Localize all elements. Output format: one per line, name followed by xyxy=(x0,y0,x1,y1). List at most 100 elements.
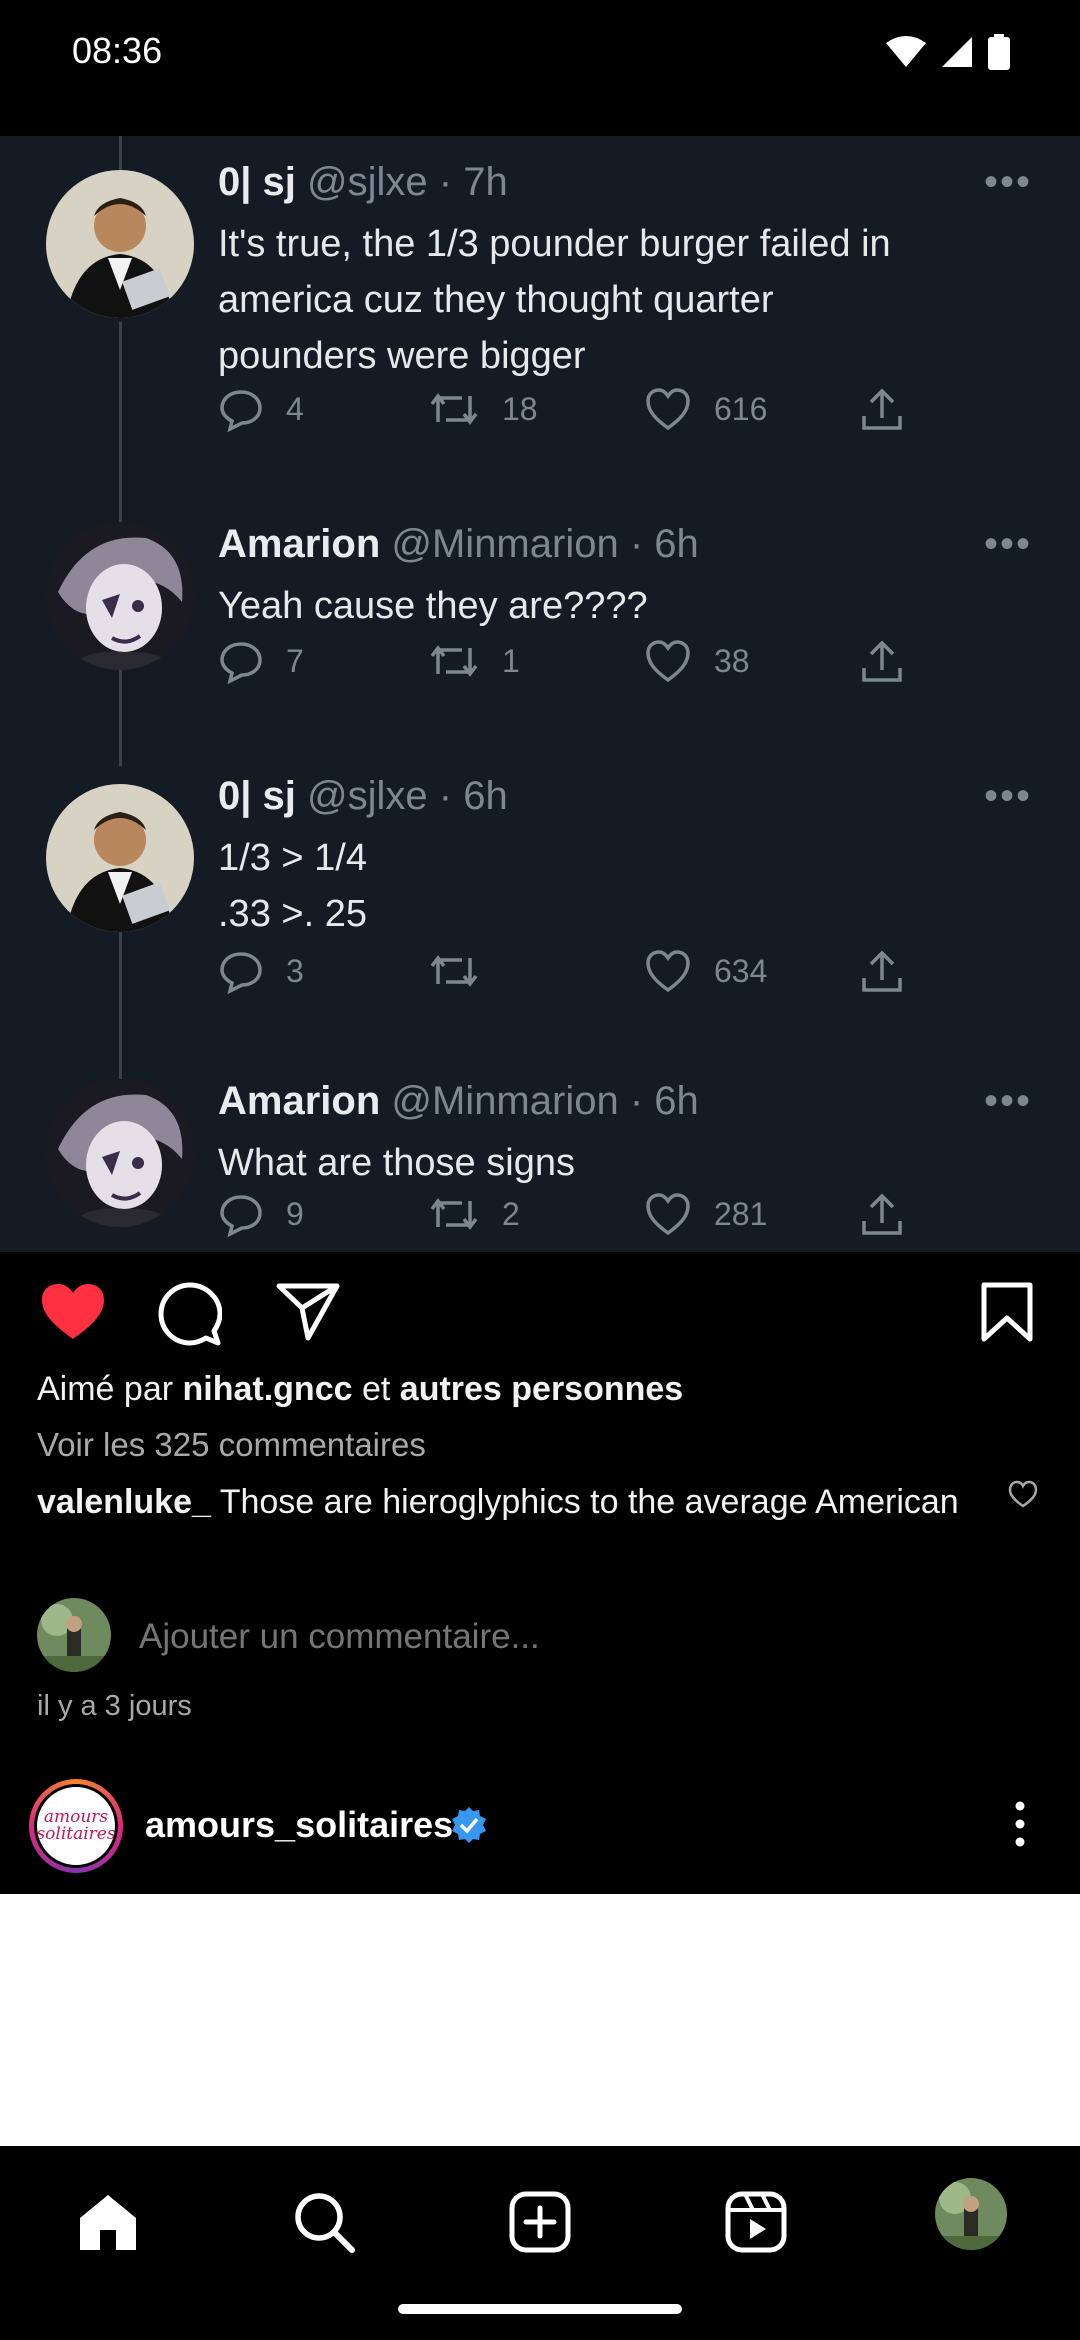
bookmark-icon xyxy=(981,1282,1033,1342)
profile-avatar xyxy=(935,2178,1007,2250)
tweet-more-icon: ••• xyxy=(983,522,1032,566)
tweet-text-line: 1/3 > 1/4 xyxy=(218,837,367,879)
next-post-image-loading xyxy=(0,1894,1080,2146)
tweet-share-stat xyxy=(858,948,906,996)
reply-count: 3 xyxy=(286,952,304,989)
nav-create[interactable] xyxy=(500,2182,580,2262)
post-timestamp: il y a 3 jours xyxy=(37,1690,192,1722)
more-vertical-icon xyxy=(1015,1801,1025,1847)
image-top-border xyxy=(0,108,1080,136)
wifi-icon xyxy=(886,36,926,67)
top-comment: valenluke_ Those are hieroglyphics to th… xyxy=(37,1478,997,1526)
tweet-author-name: Amarion xyxy=(218,1079,381,1123)
verified-badge-icon xyxy=(450,1806,488,1849)
reply-icon xyxy=(220,390,262,432)
tweet-like-stat: 281 xyxy=(644,1191,767,1237)
tweet-text-line: pounders were bigger xyxy=(218,335,586,377)
heart-outline-icon xyxy=(646,1193,690,1236)
tweet-header: Amarion @Minmarion · 6h xyxy=(218,1079,699,1124)
heart-outline-icon xyxy=(646,950,690,993)
upload-share-icon xyxy=(862,388,902,430)
tweet-header: 0| sj @sjlxe · 6h xyxy=(218,774,508,819)
reply-icon xyxy=(220,1195,262,1237)
battery-icon xyxy=(988,34,1010,70)
tweet-retweet-stat: 2 xyxy=(428,1191,520,1237)
search-icon xyxy=(295,2193,355,2253)
home-icon xyxy=(80,2195,136,2250)
retweet-icon xyxy=(430,393,478,425)
comment-text: Those are hieroglyphics to the average A… xyxy=(210,1483,959,1521)
liked-by-others[interactable]: autres personnes xyxy=(400,1370,683,1408)
liked-by-user[interactable]: nihat.gncc xyxy=(183,1370,353,1408)
nav-profile[interactable] xyxy=(935,2178,1007,2250)
reply-count: 7 xyxy=(286,642,304,679)
retweet-count: 1 xyxy=(502,642,520,679)
tweet-reply-stat: 4 xyxy=(218,386,304,432)
likes-summary[interactable]: Aimé par nihat.gncc et autres personnes xyxy=(37,1370,683,1409)
post-image[interactable]: 0| sj @sjlxe · 7h ••• It's true, the 1/3… xyxy=(0,108,1080,1252)
tweet-reply-stat: 7 xyxy=(218,638,304,684)
like-count: 281 xyxy=(714,1195,768,1232)
next-post-header: amours solitaires amours_solitaires xyxy=(0,1774,1080,1894)
comment-like-button[interactable] xyxy=(1008,1480,1038,1513)
nav-reels[interactable] xyxy=(716,2182,796,2262)
retweet-icon xyxy=(430,1198,478,1230)
tweet-author-name: Amarion xyxy=(218,522,381,566)
tweet-text-line: What are those signs xyxy=(218,1142,575,1184)
tweet-like-stat: 634 xyxy=(644,948,767,994)
tweet-actions: 9 2 281 xyxy=(218,1191,1018,1241)
heart-filled-icon xyxy=(42,1284,104,1339)
tweet-text: What are those signs xyxy=(218,1135,1018,1191)
tweet-text-line: It's true, the 1/3 pounder burger failed… xyxy=(218,223,891,265)
paper-plane-icon xyxy=(276,1283,340,1341)
post-action-row xyxy=(0,1252,1080,1372)
tweet-retweet-stat xyxy=(428,948,502,994)
tweet-more-icon: ••• xyxy=(983,160,1032,204)
tweet-reply-stat: 9 xyxy=(218,1191,304,1237)
tweet-text-line: Yeah cause they are???? xyxy=(218,585,648,627)
tweet-share-stat xyxy=(858,1191,906,1239)
tweet-text-line: america cuz they thought quarter xyxy=(218,279,774,321)
tweet-avatar xyxy=(46,784,194,932)
retweet-icon xyxy=(430,955,478,987)
tweet-text: Yeah cause they are???? xyxy=(218,578,1018,634)
home-indicator[interactable] xyxy=(398,2304,682,2314)
add-comment-input[interactable] xyxy=(137,1616,592,1658)
reply-icon xyxy=(220,952,262,994)
tweet-author-name: 0| sj xyxy=(218,774,296,818)
status-time: 08:36 xyxy=(72,30,163,71)
view-all-comments-link[interactable]: Voir les 325 commentaires xyxy=(37,1426,426,1464)
reply-count: 9 xyxy=(286,1195,304,1232)
story-ring[interactable]: amours solitaires xyxy=(29,1779,123,1873)
next-post-avatar-logo: amours solitaires xyxy=(36,1807,116,1844)
tweet-avatar xyxy=(46,522,194,670)
next-post-username[interactable]: amours_solitaires xyxy=(145,1804,453,1846)
tweet-handle: @sjlxe · 6h xyxy=(307,774,508,818)
save-button[interactable] xyxy=(980,1282,1034,1347)
likes-mid: et xyxy=(352,1370,400,1408)
tweet-like-stat: 38 xyxy=(644,638,750,684)
like-count: 634 xyxy=(714,952,768,989)
tweet-handle: @Minmarion · 6h xyxy=(391,522,699,566)
reels-icon xyxy=(725,2191,787,2253)
status-bar: 08:36 xyxy=(0,0,1080,108)
nav-search[interactable] xyxy=(284,2182,364,2262)
tweet-like-stat: 616 xyxy=(644,386,767,432)
tweet-more-icon: ••• xyxy=(983,1079,1032,1123)
like-count: 38 xyxy=(714,642,750,679)
tweet-avatar xyxy=(46,1079,194,1227)
more-options-button[interactable] xyxy=(1010,1800,1030,1853)
comment-bubble-icon xyxy=(158,1282,223,1346)
reply-count: 4 xyxy=(286,390,304,427)
tweet-actions: 7 1 38 xyxy=(218,638,1018,688)
tweet-header: Amarion @Minmarion · 6h xyxy=(218,522,699,567)
like-button[interactable] xyxy=(40,1282,106,1347)
nav-home[interactable] xyxy=(68,2182,148,2262)
like-count: 616 xyxy=(714,390,768,427)
share-button[interactable] xyxy=(276,1282,340,1347)
comment-button[interactable] xyxy=(158,1282,223,1351)
tweet-header: 0| sj @sjlxe · 7h xyxy=(218,160,508,205)
tweet-text-line: .33 >. 25 xyxy=(218,893,367,935)
comment-username[interactable]: valenluke_ xyxy=(37,1483,211,1521)
tweet-handle: @sjlxe · 7h xyxy=(307,160,508,204)
